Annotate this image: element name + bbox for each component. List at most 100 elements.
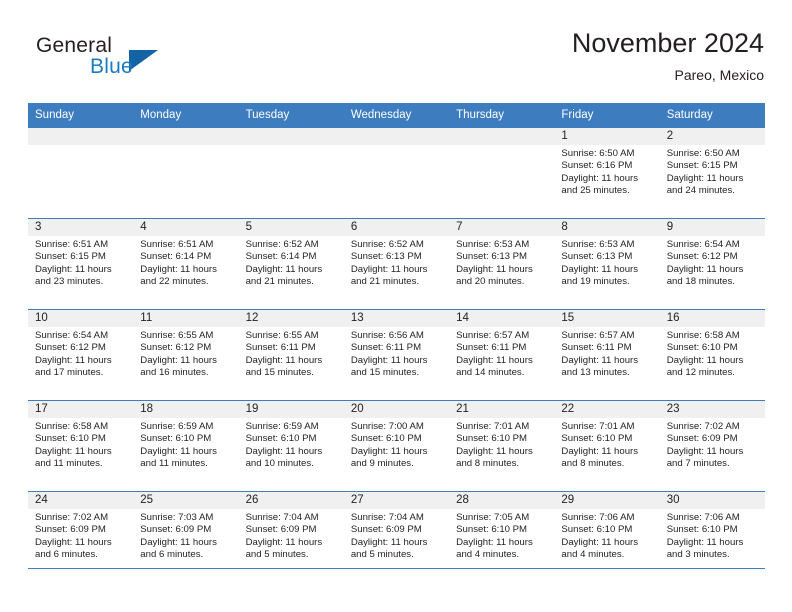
daylight-text-line1: Daylight: 11 hours — [35, 354, 112, 366]
day-details: Sunrise: 7:01 AM Sunset: 6:10 PM Daylight:… — [554, 418, 659, 471]
day-details: Sunrise: 7:06 AM Sunset: 6:10 PM Daylight:… — [660, 509, 765, 562]
day-details: Sunrise: 7:05 AM Sunset: 6:10 PM Daylight:… — [449, 509, 554, 562]
calendar-day-cell[interactable]: 8 Sunrise: 6:53 AM Sunset: 6:13 PM Daylight… — [554, 218, 660, 310]
day-details: Sunrise: 6:54 AM Sunset: 6:12 PM Daylight:… — [28, 327, 133, 380]
calendar-head: Sunday Monday Tuesday Wednesday Thursday… — [28, 103, 765, 128]
daylight-text-line2: and 22 minutes. — [140, 276, 209, 288]
calendar-day-cell[interactable]: 10 Sunrise: 6:54 AM Sunset: 6:12 PM Dayligh… — [28, 309, 134, 401]
daylight-text-line1: Daylight: 11 hours — [666, 536, 744, 548]
daylight-text-line1: Daylight: 11 hours — [350, 445, 428, 457]
sunrise-text: Sunrise: 6:57 AM — [456, 330, 530, 341]
daylight-text-line1: Daylight: 11 hours — [456, 354, 533, 366]
sunrise-text: Sunrise: 6:51 AM — [140, 239, 214, 250]
calendar-day-cell[interactable]: 1 Sunrise: 6:50 AM Sunset: 6:16 PM Daylight… — [554, 127, 660, 219]
calendar-week-row: 1 Sunrise: 6:50 AM Sunset: 6:16 PM Daylight… — [28, 127, 765, 219]
location-subtitle: Pareo, Mexico — [674, 67, 764, 83]
day-number: 16 — [659, 310, 765, 327]
calendar-day-cell[interactable]: 21 Sunrise: 7:01 AM Sunset: 6:10 PM Dayligh… — [449, 400, 555, 492]
calendar-day-cell[interactable]: 6 Sunrise: 6:52 AM Sunset: 6:13 PM Daylight… — [343, 218, 450, 310]
daylight-text-line1: Daylight: 11 hours — [561, 263, 639, 275]
day-number: 28 — [449, 492, 555, 509]
daylight-text-line2: and 5 minutes. — [245, 549, 309, 561]
sunset-text: Sunset: 6:10 PM — [666, 342, 738, 354]
daylight-text-line1: Daylight: 11 hours — [456, 445, 533, 457]
daylight-text-line2: and 7 minutes. — [666, 458, 730, 470]
daylight-text-line1: Daylight: 11 hours — [140, 445, 217, 457]
day-details: Sunrise: 6:52 AM Sunset: 6:13 PM Daylight:… — [344, 236, 449, 289]
sunset-text: Sunset: 6:11 PM — [245, 342, 316, 354]
sunset-text: Sunset: 6:10 PM — [245, 433, 317, 445]
daylight-text-line2: and 11 minutes. — [140, 458, 208, 470]
sunrise-text: Sunrise: 7:02 AM — [35, 512, 109, 523]
calendar-day-cell[interactable]: 7 Sunrise: 6:53 AM Sunset: 6:13 PM Daylight… — [449, 218, 555, 310]
calendar-day-cell[interactable]: 12 Sunrise: 6:55 AM Sunset: 6:11 PM Dayligh… — [238, 309, 344, 401]
calendar-day-cell[interactable]: 15 Sunrise: 6:57 AM Sunset: 6:11 PM Dayligh… — [554, 309, 660, 401]
sunset-text: Sunset: 6:13 PM — [456, 251, 528, 263]
calendar-page: General Blue November 2024 Pareo, Mexico… — [0, 0, 792, 612]
calendar-day-cell[interactable]: 23 Sunrise: 7:02 AM Sunset: 6:09 PM Dayligh… — [659, 400, 765, 492]
daylight-text-line2: and 12 minutes. — [666, 367, 735, 379]
sunset-text: Sunset: 6:09 PM — [35, 524, 106, 536]
calendar-week-row: 10 Sunrise: 6:54 AM Sunset: 6:12 PM Dayligh… — [28, 309, 765, 401]
day-number: 23 — [659, 401, 765, 418]
sunset-text: Sunset: 6:14 PM — [140, 251, 212, 263]
sunset-text: Sunset: 6:09 PM — [140, 524, 212, 536]
day-number: 8 — [554, 219, 660, 236]
day-details: Sunrise: 6:50 AM Sunset: 6:15 PM Daylight:… — [660, 145, 765, 198]
sunrise-text: Sunrise: 6:56 AM — [350, 330, 424, 341]
day-number: 3 — [28, 219, 134, 236]
daylight-text-line1: Daylight: 11 hours — [561, 445, 639, 457]
calendar-day-cell[interactable]: 17 Sunrise: 6:58 AM Sunset: 6:10 PM Dayligh… — [28, 400, 134, 492]
calendar-week-row: 17 Sunrise: 6:58 AM Sunset: 6:10 PM Dayligh… — [28, 400, 765, 492]
calendar-day-cell[interactable]: 18 Sunrise: 6:59 AM Sunset: 6:10 PM Dayligh… — [133, 400, 239, 492]
day-details: Sunrise: 7:02 AM Sunset: 6:09 PM Daylight:… — [28, 509, 133, 562]
sunrise-text: Sunrise: 6:54 AM — [35, 330, 109, 341]
sunrise-text: Sunrise: 6:58 AM — [35, 421, 109, 432]
calendar-day-cell[interactable]: 13 Sunrise: 6:56 AM Sunset: 6:11 PM Dayligh… — [343, 309, 450, 401]
day-number: 1 — [554, 128, 660, 145]
day-number: 14 — [449, 310, 555, 327]
daylight-text-line2: and 6 minutes. — [140, 549, 204, 561]
day-details: Sunrise: 7:01 AM Sunset: 6:10 PM Daylight:… — [449, 418, 554, 471]
calendar-day-cell[interactable]: 5 Sunrise: 6:52 AM Sunset: 6:14 PM Daylight… — [238, 218, 344, 310]
day-details: Sunrise: 6:59 AM Sunset: 6:10 PM Daylight:… — [239, 418, 344, 471]
calendar-day-cell[interactable]: 4 Sunrise: 6:51 AM Sunset: 6:14 PM Daylight… — [133, 218, 239, 310]
calendar-day-cell[interactable]: 14 Sunrise: 6:57 AM Sunset: 6:11 PM Dayligh… — [449, 309, 555, 401]
daylight-text-line2: and 8 minutes. — [561, 458, 625, 470]
sunset-text: Sunset: 6:12 PM — [666, 251, 738, 263]
daylight-text-line1: Daylight: 11 hours — [140, 263, 217, 275]
day-details: Sunrise: 7:04 AM Sunset: 6:09 PM Daylight:… — [239, 509, 344, 562]
calendar-day-cell[interactable]: 11 Sunrise: 6:55 AM Sunset: 6:12 PM Dayligh… — [133, 309, 239, 401]
calendar-day-cell[interactable]: 2 Sunrise: 6:50 AM Sunset: 6:15 PM Daylight… — [659, 127, 765, 219]
daylight-text-line1: Daylight: 11 hours — [245, 354, 323, 366]
day-number: 20 — [343, 401, 450, 418]
day-details: Sunrise: 6:55 AM Sunset: 6:12 PM Daylight:… — [133, 327, 238, 380]
daylight-text-line1: Daylight: 11 hours — [666, 172, 744, 184]
calendar-week-row: 3 Sunrise: 6:51 AM Sunset: 6:15 PM Daylight… — [28, 218, 765, 310]
calendar-day-cell[interactable]: 16 Sunrise: 6:58 AM Sunset: 6:10 PM Dayligh… — [659, 309, 765, 401]
weekday-header-friday: Friday — [554, 103, 660, 128]
daylight-text-line1: Daylight: 11 hours — [561, 536, 639, 548]
general-blue-logo[interactable]: General Blue — [28, 34, 228, 90]
sunset-text: Sunset: 6:10 PM — [456, 433, 528, 445]
daylight-text-line2: and 14 minutes. — [456, 367, 525, 379]
sunrise-text: Sunrise: 7:02 AM — [666, 421, 740, 432]
sunset-text: Sunset: 6:13 PM — [561, 251, 633, 263]
calendar-day-cell[interactable]: 20 Sunrise: 7:00 AM Sunset: 6:10 PM Dayligh… — [343, 400, 450, 492]
calendar-day-cell[interactable]: 19 Sunrise: 6:59 AM Sunset: 6:10 PM Dayligh… — [238, 400, 344, 492]
day-number: 10 — [28, 310, 134, 327]
sunrise-text: Sunrise: 6:52 AM — [245, 239, 319, 250]
calendar-day-cell[interactable]: 9 Sunrise: 6:54 AM Sunset: 6:12 PM Daylight… — [659, 218, 765, 310]
day-number: 12 — [238, 310, 344, 327]
sunrise-text: Sunrise: 6:51 AM — [35, 239, 109, 250]
weekday-header-thursday: Thursday — [449, 103, 555, 128]
calendar-day-cell[interactable]: 22 Sunrise: 7:01 AM Sunset: 6:10 PM Dayligh… — [554, 400, 660, 492]
daylight-text-line2: and 24 minutes. — [666, 185, 735, 197]
sunrise-text: Sunrise: 7:00 AM — [350, 421, 424, 432]
weekday-header-monday: Monday — [133, 103, 239, 128]
sunset-text: Sunset: 6:15 PM — [666, 160, 738, 172]
daylight-text-line2: and 23 minutes. — [35, 276, 104, 288]
calendar-day-cell-empty — [238, 127, 344, 219]
daylight-text-line1: Daylight: 11 hours — [35, 445, 112, 457]
calendar-day-cell[interactable]: 3 Sunrise: 6:51 AM Sunset: 6:15 PM Daylight… — [28, 218, 134, 310]
